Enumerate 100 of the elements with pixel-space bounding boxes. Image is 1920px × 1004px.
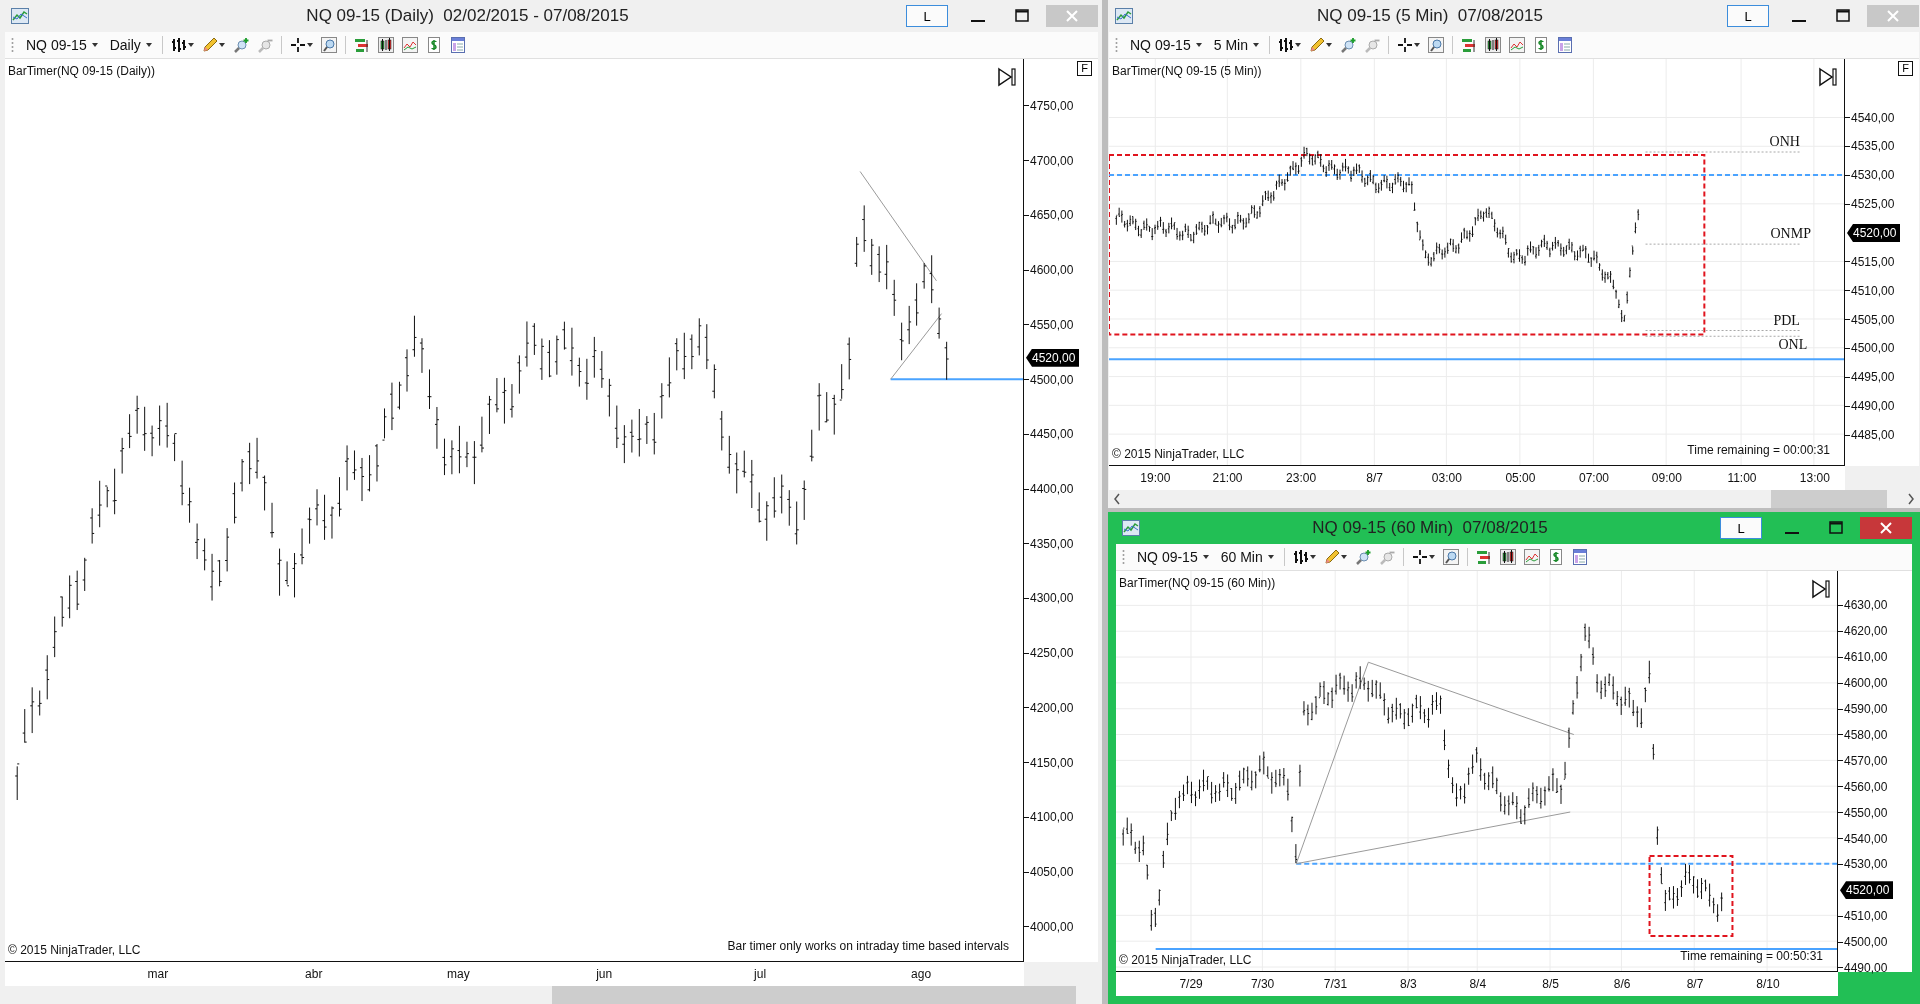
price-axis[interactable]: F 4750,00 4700,00 4650,00 4600,00 4550,00 4500,00 4450,00 4400,00 4350,00 4300,00 4250,00 4200,00 4150,00 4100,00 4050,00 4000,00 4520,00 <box>1024 59 1098 962</box>
strategy-icon <box>1460 37 1477 53</box>
caret-icon <box>306 43 313 47</box>
instrument-dropdown[interactable]: NQ 09-15 <box>22 37 102 53</box>
time-label: 7/29 <box>1179 977 1203 991</box>
layout-button[interactable]: L <box>1727 5 1769 27</box>
zoom-in-icon <box>232 37 249 53</box>
play-to-end-icon[interactable] <box>1811 579 1831 599</box>
price-label: 4570,00 <box>1838 752 1888 769</box>
price-label: 4500,00 <box>1838 934 1888 951</box>
price-label: 4300,00 <box>1024 590 1074 607</box>
chart-style-button[interactable] <box>375 37 396 53</box>
time-axis[interactable]: 19:00 21:00 23:00 8/7 03:00 05:00 07:00 09:00 11:00 13:00 <box>1109 466 1845 490</box>
time-label: 11:00 <box>1727 471 1757 485</box>
price-label: 4540,00 <box>1838 830 1888 847</box>
interval-dropdown[interactable]: Daily <box>105 37 156 53</box>
time-label: 8/6 <box>1613 977 1631 991</box>
price-label: 4500,00 <box>1845 340 1895 357</box>
time-label: 7/30 <box>1250 977 1275 991</box>
time-label: 8/4 <box>1469 977 1487 991</box>
time-label: ago <box>911 967 932 981</box>
toolbar-grip-icon <box>11 37 14 53</box>
price-label: 4050,00 <box>1024 864 1074 881</box>
time-axis[interactable]: mar abr may jun jul ago <box>5 962 1024 986</box>
price-label: 4100,00 <box>1024 809 1074 826</box>
level-label: ONL <box>1778 336 1808 353</box>
instrument-dropdown[interactable]: NQ 09-15 <box>1133 549 1213 565</box>
price-axis[interactable]: F 4540,00 4535,00 4530,00 4525,00 4515,00 4510,00 4505,00 4500,00 4495,00 4490,00 4485,00 4520,00 <box>1845 59 1919 466</box>
price-label: 4525,00 <box>1845 196 1895 213</box>
instrument-dropdown[interactable]: NQ 09-15 <box>1126 37 1206 53</box>
current-price-badge: 4520,00 <box>1840 881 1894 900</box>
play-to-end-icon[interactable] <box>997 67 1017 87</box>
indicator-label: BarTimer(NQ 09-15 (60 Min)) <box>1119 576 1276 590</box>
caret-icon <box>218 43 225 47</box>
time-label: jun <box>596 967 613 981</box>
price-label: 4500,00 <box>1024 371 1074 388</box>
zoom-out-icon <box>256 37 273 53</box>
level-label: ONH <box>1769 134 1800 150</box>
ohlc-bars-icon <box>1277 37 1294 53</box>
copyright-text: © 2015 NinjaTrader, LLC <box>1119 953 1252 967</box>
minimize-icon <box>971 20 985 22</box>
copyright-text: © 2015 NinjaTrader, LLC <box>8 943 141 957</box>
zoom-in-icon <box>1339 37 1356 53</box>
maximize-icon <box>1836 9 1850 23</box>
zoom-out-icon <box>1378 549 1395 565</box>
scrollbar-thumb[interactable] <box>551 986 1077 1004</box>
play-to-end-icon[interactable] <box>1818 67 1838 87</box>
bar-timer-message: Bar timer only works on intraday time based intervals <box>727 939 1009 953</box>
search-button[interactable] <box>318 37 339 53</box>
chart-plot[interactable]: BarTimer(NQ 09-15 (60 Min)) © 2015 NinjaTrader, LLC Time remaining = 00:50:31 <box>1116 571 1838 972</box>
price-label: 4535,00 <box>1845 138 1895 155</box>
time-label: 13:00 <box>1799 471 1830 485</box>
caret-icon <box>145 43 152 47</box>
indicators-button[interactable] <box>1521 549 1542 565</box>
price-label: 4490,00 <box>1845 398 1895 415</box>
maximize-icon <box>1829 521 1843 535</box>
time-label: may <box>447 967 470 981</box>
minimize-icon <box>1785 532 1799 534</box>
price-label: 4530,00 <box>1838 856 1888 873</box>
zoom-in-icon <box>1354 549 1371 565</box>
time-label: 21:00 <box>1212 471 1243 485</box>
chart-plot[interactable]: BarTimer(NQ 09-15 (5 Min)) ONH ONMP PDL ONL © 2015 NinjaTrader, LLC Time remaining = 00:00:31 <box>1109 59 1845 466</box>
current-price-badge: 4520,00 <box>1847 224 1901 243</box>
layout-button[interactable]: L <box>906 5 948 27</box>
caret-icon <box>1195 43 1202 47</box>
chart-plot[interactable]: BarTimer(NQ 09-15 (Daily)) © 2015 NinjaTrader, LLC Bar timer only works on intraday time based intervals <box>5 59 1024 962</box>
strategy-icon <box>353 37 370 53</box>
search-icon <box>1442 549 1459 565</box>
search-icon <box>320 37 337 53</box>
chart-style-button[interactable] <box>1482 37 1503 53</box>
close-button[interactable] <box>1860 517 1912 539</box>
price-label: 4350,00 <box>1024 535 1074 552</box>
scrollbar-thumb[interactable] <box>1770 490 1888 508</box>
layout-button[interactable]: L <box>1720 517 1762 539</box>
current-price-badge: 4520,00 <box>1026 348 1080 367</box>
price-label: 4700,00 <box>1024 152 1074 169</box>
time-axis[interactable]: 7/29 7/30 7/31 8/3 8/4 8/5 8/6 8/7 8/10 <box>1116 972 1838 996</box>
chart-app-icon <box>1115 8 1133 24</box>
f-button[interactable]: F <box>1077 61 1092 76</box>
ohlc-bars-icon <box>1292 549 1309 565</box>
search-icon <box>1427 37 1444 53</box>
price-label: 4000,00 <box>1024 918 1074 935</box>
indicators-button[interactable] <box>1506 37 1527 53</box>
search-button[interactable] <box>1440 549 1461 565</box>
time-label: abr <box>305 967 323 981</box>
interval-dropdown[interactable]: 5 Min <box>1209 37 1263 53</box>
level-label: ONMP <box>1770 226 1811 243</box>
search-button[interactable] <box>1425 37 1446 53</box>
f-button[interactable]: F <box>1898 61 1913 76</box>
price-label: 4610,00 <box>1838 649 1888 666</box>
price-label: 4150,00 <box>1024 754 1074 771</box>
candlestick-icon <box>1499 549 1516 565</box>
indicators-button[interactable] <box>399 37 420 53</box>
interval-dropdown[interactable]: 60 Min <box>1216 549 1278 565</box>
time-label: 8/3 <box>1400 977 1417 991</box>
strategy-icon <box>1475 549 1492 565</box>
time-label: 09:00 <box>1651 471 1682 485</box>
chart-style-button[interactable] <box>1497 549 1518 565</box>
ohlc-bars-icon <box>170 37 187 53</box>
price-label: 4620,00 <box>1838 623 1888 640</box>
